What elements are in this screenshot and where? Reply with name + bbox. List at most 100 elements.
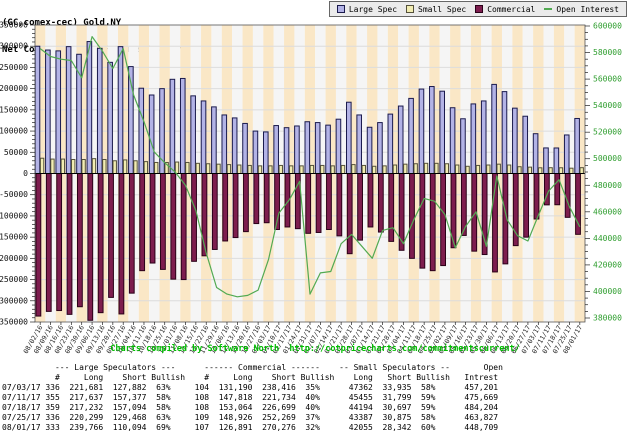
legend: Large Spec Small Spec Commercial Open In… xyxy=(329,1,627,17)
small-spec-bar xyxy=(238,165,241,173)
commercial-bar xyxy=(88,174,93,321)
commercial-bars xyxy=(36,174,580,321)
large-spec-bar xyxy=(263,132,268,174)
large-spec-bar xyxy=(77,54,82,173)
commercial-bar xyxy=(119,174,124,314)
svg-text:400000: 400000 xyxy=(593,287,622,296)
commercial-bar xyxy=(202,174,207,256)
large-spec-bar xyxy=(502,92,507,174)
small-spec-bar xyxy=(248,165,251,173)
left-axis-ticks xyxy=(30,25,35,322)
commercial-bar xyxy=(503,174,508,264)
large-spec-bar xyxy=(191,96,196,174)
small-spec-bar xyxy=(186,162,189,173)
large-spec-bar xyxy=(440,91,445,173)
commercial-bar xyxy=(67,174,72,315)
left-axis-labels: 3500003000002500002000001500001000005000… xyxy=(0,21,28,327)
large-spec-bar xyxy=(274,126,279,174)
large-spec-bar xyxy=(253,131,258,173)
small-spec-bar xyxy=(559,168,562,174)
chart-title-line2: Net Commitments of Futures Traders xyxy=(2,46,186,55)
table-row: 07/18/17 359 217,232 157,094 58% 108 153… xyxy=(2,403,503,413)
large-spec-bar xyxy=(160,89,165,174)
large-spec-bar xyxy=(232,118,237,174)
small-spec-bar xyxy=(393,165,396,173)
large-spec-bar xyxy=(315,123,320,174)
large-spec-bar xyxy=(212,107,217,174)
commercial-bar xyxy=(389,174,394,242)
commercial-bar xyxy=(399,174,404,251)
commercial-bar xyxy=(513,174,518,246)
commercial-bar xyxy=(171,174,176,280)
commercial-bar xyxy=(565,174,570,218)
small-spec-bar xyxy=(155,162,158,173)
commercial-bar xyxy=(493,174,498,272)
large-spec-bar xyxy=(481,101,486,174)
table-row: 07/03/17 336 221,681 127,882 63% 104 131… xyxy=(2,383,503,393)
commercial-bar xyxy=(555,174,560,205)
small-spec-bar xyxy=(289,166,292,174)
commercial-bar xyxy=(430,174,435,271)
legend-item-open-interest: Open Interest xyxy=(544,5,619,14)
commercial-bar xyxy=(347,174,352,254)
small-spec-bars xyxy=(40,158,583,173)
large-spec-bar xyxy=(46,50,51,173)
legend-label: Large Spec xyxy=(349,5,397,14)
small-spec-bar xyxy=(414,164,417,174)
small-spec-bar xyxy=(103,159,106,173)
large-spec-bar xyxy=(35,46,40,173)
large-spec-bar xyxy=(326,125,331,173)
commercial-bar xyxy=(181,174,186,280)
table-header-row: --- Large Speculators --- ------ Commerc… xyxy=(2,363,503,373)
commercial-bar xyxy=(358,174,363,241)
gridlines xyxy=(35,46,585,301)
small-spec-bar xyxy=(404,164,407,173)
svg-text:200000: 200000 xyxy=(0,84,28,93)
large-spec-bar xyxy=(409,98,414,173)
commercial-bar xyxy=(233,174,238,238)
large-spec-bar xyxy=(378,123,383,174)
small-spec-bar xyxy=(269,166,272,174)
small-spec-bar xyxy=(372,166,375,173)
large-spec-bar xyxy=(544,148,549,174)
large-spec-bar xyxy=(533,134,538,174)
svg-text:460000: 460000 xyxy=(593,207,622,216)
small-spec-bar xyxy=(539,168,542,174)
large-spec-bar xyxy=(523,116,528,173)
small-spec-bar xyxy=(72,159,75,173)
small-spec-bar xyxy=(134,161,137,174)
large-spec-bar xyxy=(336,119,341,173)
small-spec-bar xyxy=(466,166,469,173)
svg-text:-150000: -150000 xyxy=(0,233,28,242)
small-spec-bar xyxy=(321,165,324,173)
commercial-bar xyxy=(410,174,415,259)
small-spec-bar xyxy=(123,160,126,174)
svg-text:-300000: -300000 xyxy=(0,296,28,305)
credit-line: Charts compiled by Software North http:/… xyxy=(0,344,630,354)
small-spec-bar xyxy=(445,164,448,174)
small-spec-bar xyxy=(217,164,220,173)
commercial-bar xyxy=(77,174,82,307)
commercial-bar xyxy=(223,174,228,241)
chart-title-line1: (GC,comex-cec) Gold,NY xyxy=(2,19,186,28)
commercial-bar xyxy=(482,174,487,255)
legend-label: Commercial xyxy=(487,5,535,14)
commercial-bar xyxy=(295,174,300,229)
credit-link[interactable]: http://cotpricecharts.com/commitmentscur… xyxy=(289,344,519,354)
small-spec-bar xyxy=(196,163,199,173)
commercial-bar xyxy=(378,174,383,233)
commercial-bar xyxy=(212,174,217,250)
small-spec-bar xyxy=(165,162,168,173)
small-spec-bar xyxy=(476,165,479,173)
commercial-bar xyxy=(524,174,529,238)
large-spec-bar xyxy=(149,95,154,173)
svg-text:540000: 540000 xyxy=(593,101,622,110)
small-spec-bar xyxy=(279,165,282,173)
small-spec-bar xyxy=(424,163,427,173)
commercial-bar xyxy=(461,174,466,236)
commercial-bar xyxy=(534,174,539,219)
small-spec-bar xyxy=(175,162,178,173)
large-spec-bar xyxy=(284,128,289,174)
svg-text:-200000: -200000 xyxy=(0,254,28,263)
table-row: 07/11/17 355 217,637 157,377 58% 108 147… xyxy=(2,393,503,403)
